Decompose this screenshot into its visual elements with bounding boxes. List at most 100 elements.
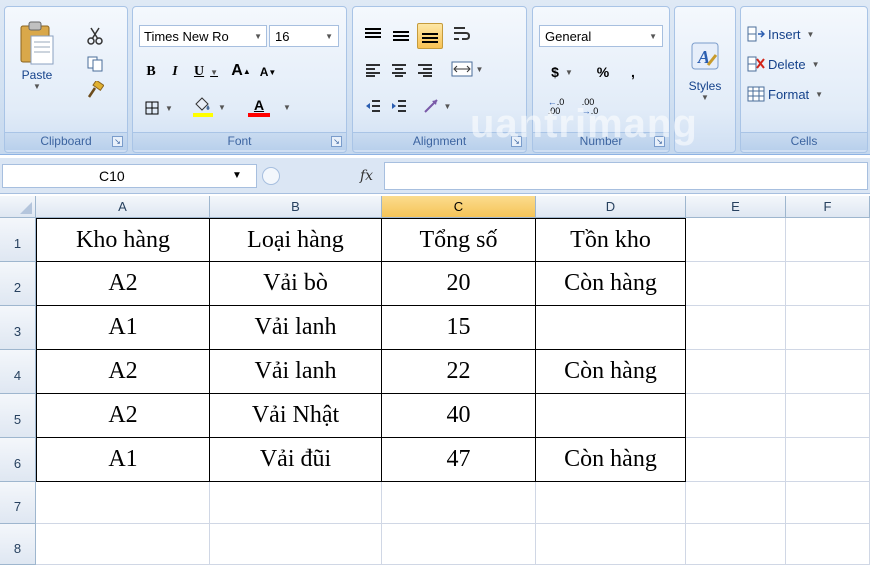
- cell-d7[interactable]: [536, 482, 686, 524]
- cell-f3[interactable]: [786, 306, 870, 350]
- cell-a5[interactable]: A2: [36, 394, 210, 438]
- cell-f8[interactable]: [786, 524, 870, 565]
- chevron-down-icon[interactable]: ▼: [232, 170, 242, 181]
- align-bottom-button[interactable]: [417, 23, 443, 49]
- cell-f4[interactable]: [786, 350, 870, 394]
- font-launcher-button[interactable]: ↘: [331, 136, 342, 147]
- cell-c7[interactable]: [382, 482, 536, 524]
- cell-b3[interactable]: Vải lanh: [210, 306, 382, 350]
- row-header-7[interactable]: 7: [0, 482, 36, 524]
- column-header-f[interactable]: F: [786, 196, 870, 218]
- row-header-8[interactable]: 8: [0, 524, 36, 565]
- cell-a8[interactable]: [36, 524, 210, 565]
- cell-f1[interactable]: [786, 218, 870, 262]
- merge-center-button[interactable]: ▼: [445, 57, 489, 81]
- cell-e3[interactable]: [686, 306, 786, 350]
- alignment-launcher-button[interactable]: ↘: [511, 136, 522, 147]
- font-size-select[interactable]: 16 ▼: [269, 25, 339, 47]
- italic-button[interactable]: I: [165, 61, 185, 83]
- cell-a6[interactable]: A1: [36, 438, 210, 482]
- column-header-c[interactable]: C: [382, 196, 536, 218]
- font-color-button[interactable]: A: [237, 95, 281, 119]
- select-all-button[interactable]: [0, 196, 36, 218]
- cell-e7[interactable]: [686, 482, 786, 524]
- cell-f6[interactable]: [786, 438, 870, 482]
- formula-bar-splitter[interactable]: [262, 167, 280, 185]
- wrap-text-button[interactable]: [449, 21, 475, 47]
- format-button[interactable]: Format ▼: [747, 83, 867, 105]
- cell-d5[interactable]: [536, 394, 686, 438]
- name-box[interactable]: C10: [2, 164, 257, 188]
- cell-d4[interactable]: Còn hàng: [536, 350, 686, 394]
- cell-c2[interactable]: 20: [382, 262, 536, 306]
- font-name-select[interactable]: Times New Ro ▼: [139, 25, 267, 47]
- styles-button[interactable]: A Styles ▼: [679, 21, 731, 121]
- cell-e1[interactable]: [686, 218, 786, 262]
- cell-c4[interactable]: 22: [382, 350, 536, 394]
- column-header-d[interactable]: D: [536, 196, 686, 218]
- row-header-2[interactable]: 2: [0, 262, 36, 306]
- align-left-button[interactable]: [361, 59, 385, 81]
- cell-f2[interactable]: [786, 262, 870, 306]
- increase-indent-button[interactable]: [387, 95, 411, 117]
- format-painter-button[interactable]: [83, 79, 107, 101]
- row-header-4[interactable]: 4: [0, 350, 36, 394]
- column-header-a[interactable]: A: [36, 196, 210, 218]
- paste-button[interactable]: Paste ▼: [11, 11, 63, 99]
- align-top-button[interactable]: [361, 23, 385, 47]
- percent-button[interactable]: %: [591, 61, 615, 83]
- clipboard-launcher-button[interactable]: ↘: [112, 136, 123, 147]
- cell-a2[interactable]: A2: [36, 262, 210, 306]
- row-header-5[interactable]: 5: [0, 394, 36, 438]
- cell-c8[interactable]: [382, 524, 536, 565]
- column-header-e[interactable]: E: [686, 196, 786, 218]
- currency-button[interactable]: $ ▼: [543, 61, 581, 83]
- cell-b5[interactable]: Vải Nhật: [210, 394, 382, 438]
- cell-f7[interactable]: [786, 482, 870, 524]
- borders-button[interactable]: ▼: [141, 97, 177, 119]
- increase-decimal-button[interactable]: ←.0.00: [541, 95, 571, 119]
- cell-d2[interactable]: Còn hàng: [536, 262, 686, 306]
- cell-a7[interactable]: [36, 482, 210, 524]
- cell-e4[interactable]: [686, 350, 786, 394]
- bold-button[interactable]: B: [141, 61, 161, 83]
- cell-b4[interactable]: Vải lanh: [210, 350, 382, 394]
- cut-button[interactable]: [83, 25, 107, 47]
- cell-a1[interactable]: Kho hàng: [36, 218, 210, 262]
- orientation-button[interactable]: ▼: [417, 95, 457, 117]
- align-right-button[interactable]: [413, 59, 437, 81]
- grow-font-button[interactable]: A ▲: [229, 59, 253, 83]
- shrink-font-button[interactable]: A ▼: [257, 61, 279, 83]
- row-header-1[interactable]: 1: [0, 218, 36, 262]
- row-header-6[interactable]: 6: [0, 438, 36, 482]
- fill-color-button[interactable]: ▼: [187, 95, 231, 119]
- cell-f5[interactable]: [786, 394, 870, 438]
- cell-c5[interactable]: 40: [382, 394, 536, 438]
- align-center-button[interactable]: [387, 59, 411, 81]
- cell-b1[interactable]: Loại hàng: [210, 218, 382, 262]
- cell-e5[interactable]: [686, 394, 786, 438]
- cell-d8[interactable]: [536, 524, 686, 565]
- cell-e8[interactable]: [686, 524, 786, 565]
- comma-style-button[interactable]: ,: [621, 61, 645, 83]
- cell-c6[interactable]: 47: [382, 438, 536, 482]
- align-middle-button[interactable]: [389, 23, 413, 47]
- cell-d1[interactable]: Tồn kho: [536, 218, 686, 262]
- cell-d6[interactable]: Còn hàng: [536, 438, 686, 482]
- cell-e2[interactable]: [686, 262, 786, 306]
- cell-e6[interactable]: [686, 438, 786, 482]
- underline-button[interactable]: U ▼: [189, 61, 223, 83]
- row-header-3[interactable]: 3: [0, 306, 36, 350]
- insert-function-button[interactable]: fx: [360, 168, 373, 184]
- insert-button[interactable]: Insert ▼: [747, 23, 863, 45]
- cell-b8[interactable]: [210, 524, 382, 565]
- formula-input[interactable]: [384, 162, 868, 190]
- decrease-decimal-button[interactable]: .00 →.0: [575, 95, 605, 119]
- copy-button[interactable]: [83, 53, 107, 75]
- cell-a4[interactable]: A2: [36, 350, 210, 394]
- delete-button[interactable]: Delete ▼: [747, 53, 863, 75]
- cell-b7[interactable]: [210, 482, 382, 524]
- number-launcher-button[interactable]: ↘: [654, 136, 665, 147]
- cell-b6[interactable]: Vải đũi: [210, 438, 382, 482]
- cell-a3[interactable]: A1: [36, 306, 210, 350]
